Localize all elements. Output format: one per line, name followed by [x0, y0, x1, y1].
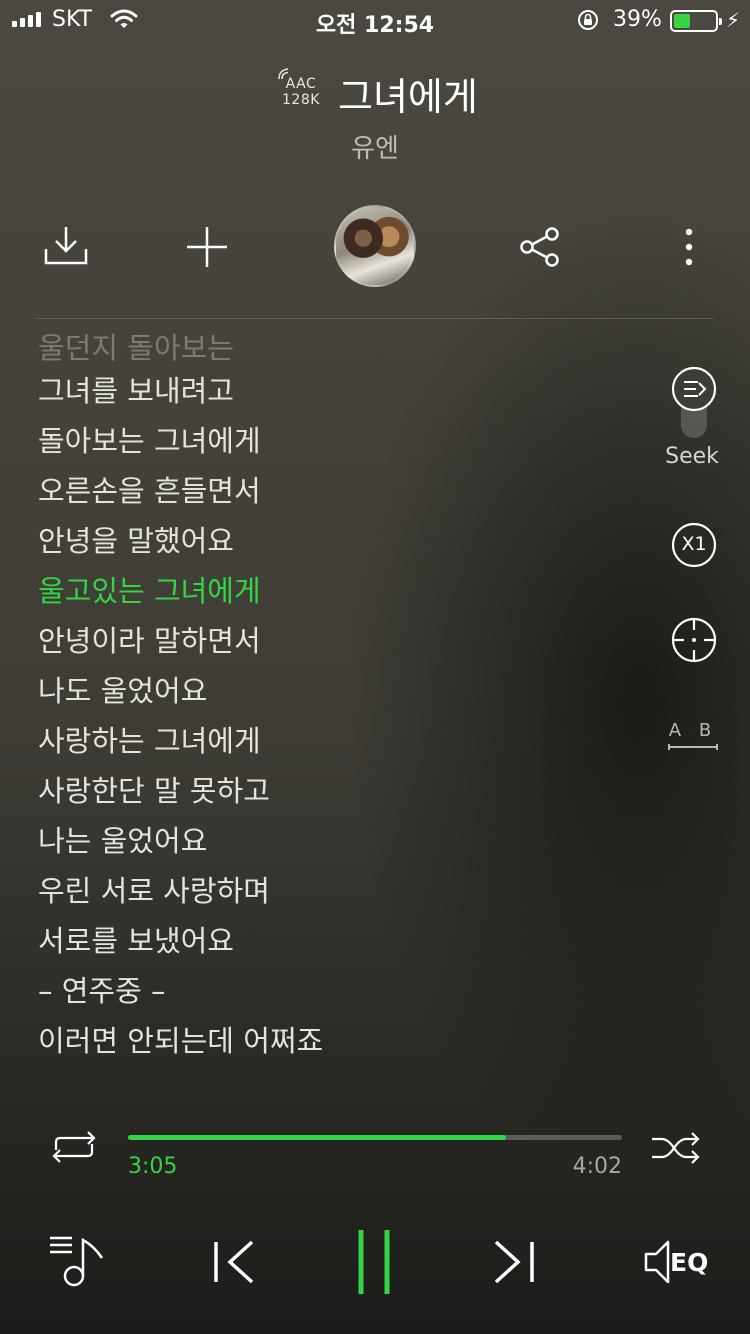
lyric-line[interactable]: 나는 울었어요	[38, 816, 598, 866]
elapsed-time: 3:05	[128, 1154, 177, 1179]
add-to-playlist-button[interactable]	[184, 224, 230, 270]
playlist-music-icon	[48, 1234, 108, 1290]
previous-button[interactable]	[208, 1238, 256, 1286]
repeat-button[interactable]	[48, 1130, 100, 1164]
lyrics-focus-button[interactable]	[670, 616, 718, 664]
download-button[interactable]	[38, 222, 94, 270]
more-options-button[interactable]	[672, 224, 706, 270]
album-art[interactable]	[334, 205, 416, 287]
speed-label: X1	[670, 533, 718, 555]
player-screen: SKT 오전 12:54 39% ⚡ AAC	[0, 0, 750, 1334]
playback-speed-button[interactable]: X1	[670, 521, 718, 569]
next-button[interactable]	[492, 1238, 540, 1286]
lyric-line[interactable]: 사랑하는 그녀에게	[38, 716, 598, 766]
stream-arc-icon	[278, 68, 292, 80]
more-vertical-icon	[684, 227, 694, 267]
pause-icon	[352, 1226, 396, 1298]
share-icon	[518, 226, 562, 268]
lyric-line[interactable]: 이러면 안되는데 어쩌죠	[38, 1016, 598, 1066]
pause-button[interactable]	[352, 1226, 396, 1298]
eq-label: EQ	[670, 1248, 708, 1277]
lyric-line[interactable]: 오른손을 흔들면서	[38, 466, 598, 516]
repeat-icon	[48, 1130, 100, 1164]
download-icon	[42, 223, 90, 269]
rotation-lock-icon	[576, 8, 600, 38]
shuffle-icon	[650, 1132, 702, 1164]
status-bar: SKT 오전 12:54 39% ⚡	[0, 0, 750, 40]
codec-bitrate: 128K	[282, 92, 320, 108]
lyric-line[interactable]: 안녕을 말했어요	[38, 516, 598, 566]
battery-icon	[670, 10, 718, 32]
crosshair-icon	[670, 616, 718, 664]
next-icon	[492, 1238, 540, 1286]
lyric-line-current[interactable]: 울고있는 그녀에게	[38, 566, 598, 616]
charging-icon: ⚡	[726, 8, 740, 32]
seek-label: Seek	[652, 444, 732, 469]
progress-bar[interactable]	[128, 1135, 622, 1140]
lyric-line[interactable]: 나도 울었어요	[38, 666, 598, 716]
artist-name[interactable]: 유엔	[0, 128, 750, 165]
progress-fill	[128, 1135, 506, 1140]
lyric-line[interactable]: 돌아보는 그녀에게	[38, 416, 598, 466]
share-button[interactable]	[516, 224, 564, 270]
equalizer-button[interactable]: EQ	[640, 1236, 716, 1288]
seek-toggle[interactable]	[668, 364, 720, 440]
lyric-line[interactable]: 안녕이라 말하면서	[38, 616, 598, 666]
total-time: 4:02	[560, 1154, 622, 1179]
song-title: 그녀에게	[338, 66, 478, 121]
battery-percent: 39%	[613, 7, 662, 32]
lyric-line[interactable]: 사랑한단 말 못하고	[38, 766, 598, 816]
lyric-line[interactable]: – 연주중 –	[38, 966, 598, 1016]
lyric-line[interactable]: 울던지 돌아보는	[38, 330, 598, 366]
lyric-line[interactable]: 그녀를 보내려고	[38, 366, 598, 416]
lyrics-panel[interactable]: 울던지 돌아보는그녀를 보내려고돌아보는 그녀에게오른손을 흔들면서안녕을 말했…	[38, 330, 598, 1066]
lyric-line[interactable]: 우린 서로 사랑하며	[38, 866, 598, 916]
shuffle-button[interactable]	[650, 1132, 702, 1164]
battery-fill	[674, 14, 690, 28]
codec-badge: AAC 128K	[282, 76, 320, 108]
plus-icon	[185, 225, 229, 269]
lyric-line[interactable]: 서로를 보냈어요	[38, 916, 598, 966]
previous-icon	[208, 1238, 256, 1286]
playlist-button[interactable]	[48, 1234, 108, 1290]
divider	[36, 318, 714, 319]
ab-label: A B	[668, 720, 718, 741]
seek-icon	[668, 364, 720, 440]
